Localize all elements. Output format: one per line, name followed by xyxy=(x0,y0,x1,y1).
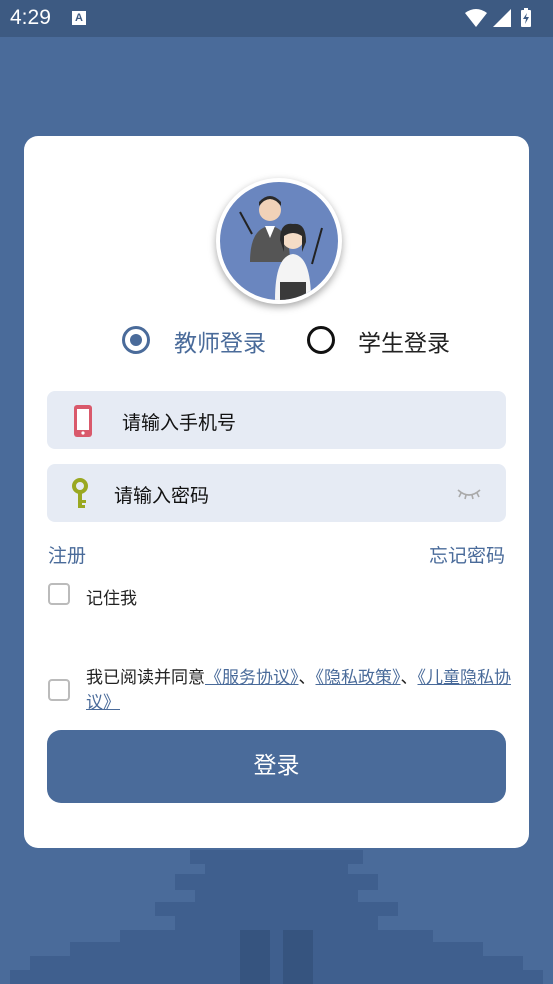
login-button[interactable]: 登录 xyxy=(47,730,506,803)
agreement-checkbox[interactable] xyxy=(48,679,70,701)
student-login-label[interactable]: 学生登录 xyxy=(358,324,450,358)
role-selector: 教师登录 学生登录 xyxy=(24,322,529,358)
privacy-policy-link[interactable]: 《隐私政策》 xyxy=(316,668,401,688)
forgot-password-link[interactable]: 忘记密码 xyxy=(429,541,505,568)
login-card: 教师登录 学生登录 请输入手机号 请输入密码 注册 忘记密码 记住我 我已阅读并… xyxy=(24,136,529,848)
status-bar: 4:29 A xyxy=(0,0,553,37)
agreement-text: 我已阅读并同意《服务协议》、《隐私政策》、《儿童隐私协议》 xyxy=(86,666,511,716)
phone-field[interactable]: 请输入手机号 xyxy=(47,391,506,449)
teacher-radio[interactable] xyxy=(122,326,150,354)
password-input[interactable]: 请输入密码 xyxy=(114,481,209,508)
remember-me-label: 记住我 xyxy=(86,589,137,609)
wifi-icon xyxy=(465,9,487,27)
notification-icon: A xyxy=(72,11,86,25)
avatar xyxy=(216,178,342,304)
phone-icon xyxy=(72,404,94,442)
temple-watermark xyxy=(10,850,543,984)
signal-icon xyxy=(493,9,511,27)
key-icon xyxy=(70,478,90,514)
status-time: 4:29 xyxy=(10,6,51,29)
battery-icon xyxy=(521,8,531,27)
register-link[interactable]: 注册 xyxy=(48,541,86,568)
service-agreement-link[interactable]: 《服务协议》 xyxy=(205,668,299,688)
teacher-login-label[interactable]: 教师登录 xyxy=(174,324,266,358)
agreement-separator-1: 、 xyxy=(298,668,316,688)
eye-closed-icon[interactable] xyxy=(457,486,481,505)
agreement-separator-2: 、 xyxy=(400,668,418,688)
remember-me-checkbox[interactable] xyxy=(48,583,70,605)
agreement-prefix: 我已阅读并同意 xyxy=(86,668,205,688)
phone-input[interactable]: 请输入手机号 xyxy=(122,408,236,435)
status-icons xyxy=(463,7,543,33)
student-radio[interactable] xyxy=(307,326,335,354)
password-field[interactable]: 请输入密码 xyxy=(47,464,506,522)
